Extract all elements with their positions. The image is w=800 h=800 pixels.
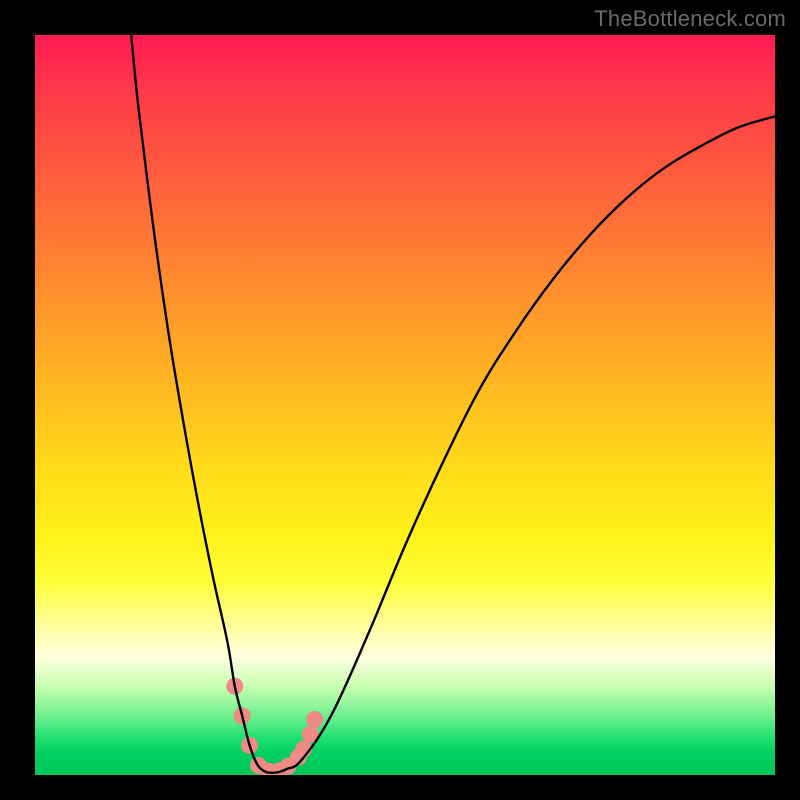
curve-line [131,35,775,773]
marker-dots [226,678,323,775]
chart-frame: TheBottleneck.com [0,0,800,800]
chart-plot-area [35,35,775,775]
chart-svg [35,35,775,775]
marker-dot [306,711,323,728]
watermark-text: TheBottleneck.com [594,6,786,32]
